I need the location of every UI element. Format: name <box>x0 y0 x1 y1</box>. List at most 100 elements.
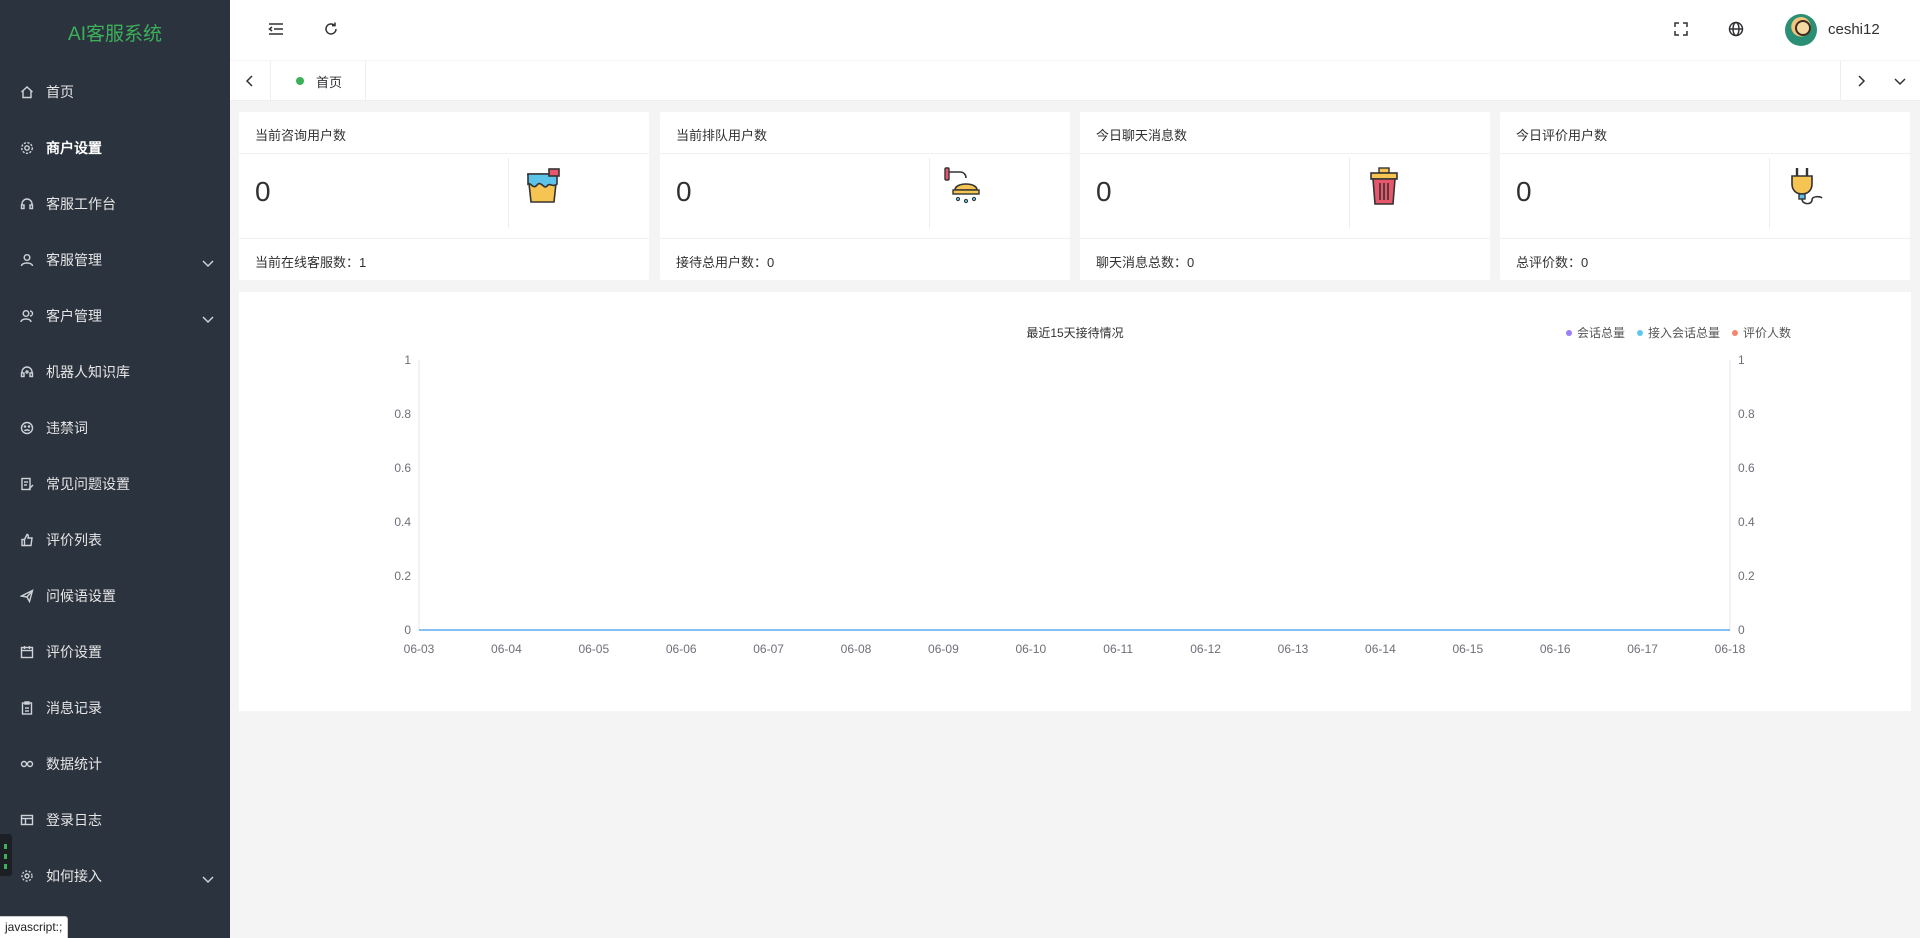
plug-icon <box>1791 168 1823 205</box>
sidebar-item-2[interactable]: 客服工作台 <box>0 176 230 232</box>
x-tick-label: 06-06 <box>666 642 697 656</box>
sidebar-item-label: 常见问题设置 <box>46 476 130 492</box>
sidebar-item-5[interactable]: 机器人知识库 <box>0 344 230 400</box>
tabs-scroll-right-icon[interactable] <box>1840 61 1880 101</box>
sidebar-item-1[interactable]: 商户设置 <box>0 120 230 176</box>
sidebar-item-label: 问候语设置 <box>46 588 116 604</box>
sidebar-item-label: 客户管理 <box>46 308 102 324</box>
sidebar-menu: 首页商户设置客服工作台客服管理客户管理机器人知识库 违禁词常见问题设置 评价列表问候… <box>0 64 230 904</box>
sidebar-item-label: 客服管理 <box>46 252 102 268</box>
fullscreen-icon[interactable] <box>1672 20 1690 38</box>
x-tick-label: 06-08 <box>841 642 872 656</box>
x-tick-label: 06-16 <box>1540 642 1571 656</box>
calendar-icon <box>20 645 34 659</box>
sidebar-item-label: 登录日志 <box>46 812 102 828</box>
x-tick-label: 06-05 <box>578 642 609 656</box>
chevron-down-icon <box>202 871 214 884</box>
x-tick-label: 06-18 <box>1715 642 1746 656</box>
stat-card-consulting: 当前咨询用户数 0 当前在线客服数：1 <box>239 112 649 280</box>
stat-card-messages: 今日聊天消息数 0 聊天消息总数：0 <box>1080 112 1490 280</box>
y-tick-left: 0.4 <box>394 515 411 529</box>
sidebar-item-10[interactable]: 评价设置 <box>0 624 230 680</box>
sidebar-item-11[interactable]: 消息记录 <box>0 680 230 736</box>
tabs-scroll-left-icon[interactable] <box>230 61 270 101</box>
send-icon <box>20 589 34 603</box>
sidebar-item-4[interactable]: 客户管理 <box>0 288 230 344</box>
customer-icon <box>20 309 34 323</box>
y-tick-right: 0 <box>1738 623 1745 637</box>
card-value: 0 <box>1096 176 1112 207</box>
x-tick-label: 06-11 <box>1103 642 1133 656</box>
browser-status-bar: javascript:; <box>0 916 69 938</box>
card-title: 今日聊天消息数 <box>1096 128 1188 143</box>
sidebar-item-9[interactable]: 问候语设置 <box>0 568 230 624</box>
gear-outline-icon <box>20 869 34 883</box>
card-title: 当前咨询用户数 <box>255 128 347 143</box>
sidebar-item-label: 数据统计 <box>46 756 102 772</box>
username[interactable]: ceshi12 <box>1828 21 1880 38</box>
x-tick-label: 06-09 <box>928 642 959 656</box>
card-title: 当前排队用户数 <box>676 128 768 143</box>
thumb-up-icon <box>20 533 34 547</box>
card-footer: 当前在线客服数：1 <box>255 255 367 270</box>
y-tick-right: 0.8 <box>1738 407 1755 421</box>
edit-doc-icon <box>20 477 34 491</box>
card-title: 今日评价用户数 <box>1516 128 1608 143</box>
x-tick-label: 06-13 <box>1278 642 1309 656</box>
tab-home[interactable]: 首页 <box>270 61 366 101</box>
sidebar-item-label: 如何接入 <box>46 868 102 884</box>
sidebar-item-8[interactable]: 评价列表 <box>0 512 230 568</box>
sidebar-item-14[interactable]: 如何接入 <box>0 848 230 904</box>
y-tick-right: 0.2 <box>1738 569 1755 583</box>
language-globe-icon[interactable] <box>1727 20 1745 38</box>
card-value: 0 <box>255 176 271 207</box>
tabs-menu-chevron-down-icon[interactable] <box>1880 61 1920 101</box>
sidebar-item-label: 客服工作台 <box>46 196 116 212</box>
card-value: 0 <box>676 176 692 207</box>
sidebar-collapse-handle[interactable] <box>0 834 12 876</box>
card-footer: 总评价数：0 <box>1516 255 1589 270</box>
sidebar-item-label: 首页 <box>46 84 74 100</box>
link-icon <box>20 757 34 771</box>
sidebar: AI客服系统 首页商户设置客服工作台客服管理客户管理机器人知识库 违禁词常见问题设… <box>0 0 230 938</box>
sidebar-item-7[interactable]: 常见问题设置 <box>0 456 230 512</box>
sidebar-item-label: 评价列表 <box>46 532 102 548</box>
user-icon <box>20 253 34 267</box>
tab-home-label: 首页 <box>316 74 343 90</box>
card-footer: 聊天消息总数：0 <box>1096 255 1195 270</box>
sidebar-item-label: 机器人知识库 <box>46 364 130 380</box>
chevron-down-icon <box>202 311 214 324</box>
menu-fold-icon[interactable] <box>267 20 285 38</box>
y-tick-left: 0.2 <box>394 569 411 583</box>
tabs-bar: 首页 <box>230 61 1920 101</box>
x-tick-label: 06-14 <box>1365 642 1396 656</box>
stat-card-queue: 当前排队用户数 0 接待总用户数：0 <box>660 112 1070 280</box>
sidebar-item-0[interactable]: 首页 <box>0 64 230 120</box>
card-value: 0 <box>1516 176 1532 207</box>
x-tick-label: 06-03 <box>404 642 435 656</box>
y-tick-left: 0.6 <box>394 461 411 475</box>
app-logo: AI客服系统 <box>68 23 162 45</box>
y-tick-right: 0.4 <box>1738 515 1755 529</box>
sidebar-item-label: 评价设置 <box>46 644 102 660</box>
y-tick-left: 0 <box>404 623 411 637</box>
sidebar-item-3[interactable]: 客服管理 <box>0 232 230 288</box>
line-chart: 0 0 0.2 0.2 0.4 0.4 0.6 0.6 0.8 0.8 1 1 06-03 06-04 06… <box>394 353 1755 656</box>
user-avatar[interactable] <box>1785 14 1817 46</box>
refresh-icon[interactable] <box>322 20 340 38</box>
sidebar-item-label: 商户设置 <box>46 140 102 156</box>
clipboard-icon <box>20 701 34 715</box>
card-footer: 接待总用户数：0 <box>676 255 775 270</box>
reception-chart-panel: 最近15天接待情况 会话总量 接入会话总量 评价人数 0 0 0.2 0.2 0.4 0.4 0… <box>239 292 1911 711</box>
sidebar-item-label: 消息记录 <box>46 700 102 716</box>
sad-face-icon <box>20 421 34 435</box>
sidebar-item-label: 违禁词 <box>46 420 88 436</box>
headset-icon <box>20 197 34 211</box>
y-tick-right: 1 <box>1738 353 1745 367</box>
sidebar-item-12[interactable]: 数据统计 <box>0 736 230 792</box>
gear-icon <box>20 141 34 155</box>
x-tick-label: 06-17 <box>1627 642 1658 656</box>
x-tick-label: 06-10 <box>1015 642 1046 656</box>
sidebar-item-13[interactable]: 登录日志 <box>0 792 230 848</box>
sidebar-item-6[interactable]: 违禁词 <box>0 400 230 456</box>
